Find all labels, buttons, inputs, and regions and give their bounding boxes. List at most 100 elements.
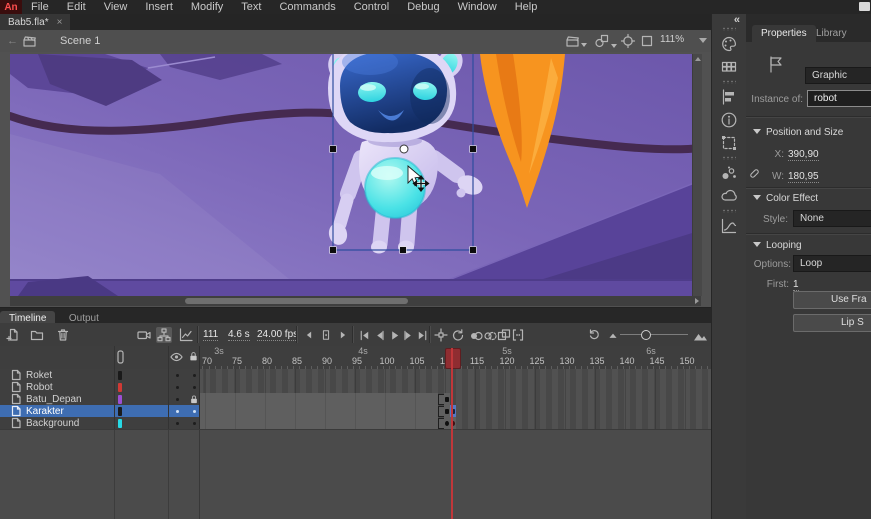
new-folder-button[interactable]: [29, 327, 45, 343]
loop-playback-button[interactable]: [450, 327, 466, 343]
step-forward-frame-button[interactable]: [335, 327, 351, 343]
color-effect-section-header[interactable]: Color Effect: [753, 193, 818, 204]
brush-library-panel-button[interactable]: [717, 162, 741, 184]
frames-grid[interactable]: [200, 369, 711, 429]
menu-text[interactable]: Text: [232, 0, 270, 14]
go-to-last-frame-button[interactable]: [414, 327, 430, 343]
instance-name-field[interactable]: robot: [807, 90, 871, 107]
layer-visibility-dot[interactable]: [176, 374, 179, 377]
tab-library[interactable]: Library: [808, 28, 855, 39]
lip-syncing-button[interactable]: Lip S: [793, 314, 871, 332]
scroll-right-arrow-icon[interactable]: [695, 298, 699, 304]
motion-editor-panel-button[interactable]: [717, 215, 741, 237]
align-panel-button[interactable]: [717, 86, 741, 108]
document-tab[interactable]: Bab5.fla* ×: [0, 14, 70, 30]
transform-panel-button[interactable]: [717, 132, 741, 154]
timeline-ruler[interactable]: 3s 4s 5s 6s 70 75 80 85 90 95 100 105 11…: [200, 346, 711, 370]
menu-window[interactable]: Window: [449, 0, 506, 14]
color-panel-button[interactable]: [717, 33, 741, 55]
scene-name[interactable]: Scene 1: [60, 35, 100, 47]
layer-lock-dot[interactable]: [193, 422, 196, 425]
frame-span[interactable]: [200, 417, 438, 429]
loop-options-dropdown[interactable]: Loop: [793, 255, 871, 272]
frame-rate-field[interactable]: 24.00 fps: [257, 329, 298, 341]
position-size-section-header[interactable]: Position and Size: [753, 127, 843, 138]
layer-locked-icon[interactable]: [189, 394, 199, 405]
current-frame-indicator-button[interactable]: [318, 327, 334, 343]
use-frame-picker-button[interactable]: Use Fra: [793, 291, 871, 309]
layer-lock-dot[interactable]: [193, 410, 196, 413]
step-back-frame-button[interactable]: [301, 327, 317, 343]
layer-visibility-dot[interactable]: [176, 398, 179, 401]
menu-edit[interactable]: Edit: [58, 0, 95, 14]
animate-logo[interactable]: An: [0, 0, 22, 14]
layer-color-swatch[interactable]: [118, 371, 122, 380]
scroll-up-arrow-icon[interactable]: [695, 57, 701, 61]
center-frame-button[interactable]: [433, 327, 449, 343]
toolbar-separator: [352, 326, 354, 343]
show-layer-depth-button[interactable]: [178, 327, 194, 343]
menu-file[interactable]: File: [22, 0, 58, 14]
menu-view[interactable]: View: [95, 0, 137, 14]
layer-lock-dot[interactable]: [193, 386, 196, 389]
current-frame-field[interactable]: 111: [203, 329, 218, 341]
looping-section-header[interactable]: Looping: [753, 240, 802, 251]
collapse-panels-icon[interactable]: «: [712, 14, 746, 25]
menu-insert[interactable]: Insert: [136, 0, 182, 14]
layer-lock-dot[interactable]: [193, 374, 196, 377]
edit-symbols-button[interactable]: [594, 33, 617, 49]
keyframe[interactable]: [444, 393, 450, 405]
timeline-zoom-slider-track[interactable]: [620, 334, 688, 335]
stage-vertical-scrollbar[interactable]: [692, 54, 702, 296]
eye-column-icon[interactable]: [170, 352, 183, 362]
layer-color-swatch[interactable]: [118, 407, 122, 416]
zoom-level-value[interactable]: 111%: [660, 34, 684, 45]
first-frame-value[interactable]: 1: [793, 279, 799, 291]
menu-modify[interactable]: Modify: [182, 0, 232, 14]
modify-markers-button[interactable]: [510, 327, 526, 343]
info-panel-button[interactable]: [717, 109, 741, 131]
center-stage-button[interactable]: [620, 33, 636, 49]
edit-scene-button[interactable]: [565, 34, 587, 48]
symbol-type-dropdown[interactable]: Graphic: [805, 67, 871, 84]
lock-column-icon[interactable]: [188, 350, 199, 363]
add-camera-button[interactable]: [136, 327, 152, 343]
menu-debug[interactable]: Debug: [398, 0, 448, 14]
frame-span[interactable]: [200, 393, 438, 405]
playhead-marker[interactable]: [445, 348, 461, 369]
stage-canvas[interactable]: [10, 54, 702, 296]
layer-color-swatch[interactable]: [118, 395, 122, 404]
zoom-dropdown-chevron-icon[interactable]: [699, 38, 707, 43]
zoom-out-frames-icon[interactable]: [605, 327, 621, 343]
elapsed-time-field[interactable]: 4.6 s: [228, 329, 250, 341]
layer-visibility-dot[interactable]: [176, 410, 179, 413]
layer-visibility-dot[interactable]: [176, 422, 179, 425]
menu-commands[interactable]: Commands: [270, 0, 344, 14]
close-tab-icon[interactable]: ×: [57, 17, 63, 28]
zoom-in-frames-icon[interactable]: [692, 327, 708, 343]
show-parenting-view-button[interactable]: [156, 327, 172, 343]
swatches-panel-button[interactable]: [717, 56, 741, 78]
clip-content-button[interactable]: [640, 34, 654, 48]
w-value[interactable]: 180,95: [788, 171, 819, 183]
delete-layer-button[interactable]: [55, 327, 71, 343]
cc-libraries-panel-button[interactable]: [717, 185, 741, 207]
horizontal-scrollbar-thumb[interactable]: [185, 298, 408, 304]
menu-control[interactable]: Control: [345, 0, 398, 14]
x-value[interactable]: 390,90: [788, 149, 819, 161]
menu-help[interactable]: Help: [506, 0, 547, 14]
playhead-line[interactable]: [451, 348, 453, 519]
step-back-one-frame-button[interactable]: [371, 327, 387, 343]
frame-span[interactable]: [200, 405, 438, 417]
timeline-zoom-slider-knob[interactable]: [641, 330, 651, 340]
style-dropdown[interactable]: None: [793, 210, 871, 227]
new-layer-button[interactable]: [5, 327, 21, 343]
layer-color-swatch[interactable]: [118, 419, 122, 428]
layer-visibility-dot[interactable]: [176, 386, 179, 389]
go-to-first-frame-button[interactable]: [356, 327, 372, 343]
tab-properties[interactable]: Properties: [752, 25, 816, 43]
stage-horizontal-scrollbar[interactable]: [10, 296, 701, 306]
layer-color-swatch[interactable]: [118, 383, 122, 392]
back-arrow-icon[interactable]: ←: [7, 35, 18, 47]
reset-timeline-zoom-button[interactable]: [586, 327, 602, 343]
